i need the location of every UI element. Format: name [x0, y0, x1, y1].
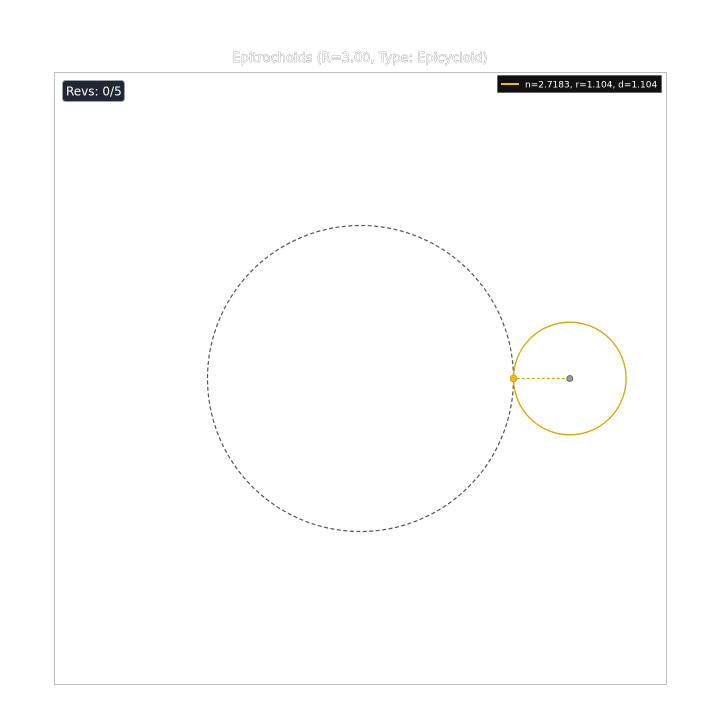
revs-counter: Revs: 0/5	[62, 80, 125, 102]
rolling-center-dot	[566, 375, 574, 382]
plot-frame	[54, 72, 667, 685]
legend: n=2.7183, r=1.104, d=1.104	[497, 75, 662, 93]
epitrochoid-figure: Epitrochoids (R=3.00, Type: Epicycloid) …	[54, 51, 667, 685]
chart-title: Epitrochoids (R=3.00, Type: Epicycloid)	[232, 51, 487, 66]
pen-point-dot	[509, 374, 518, 383]
revs-label: Revs: 0/5	[66, 85, 122, 99]
legend-entry-label: n=2.7183, r=1.104, d=1.104	[525, 81, 657, 91]
